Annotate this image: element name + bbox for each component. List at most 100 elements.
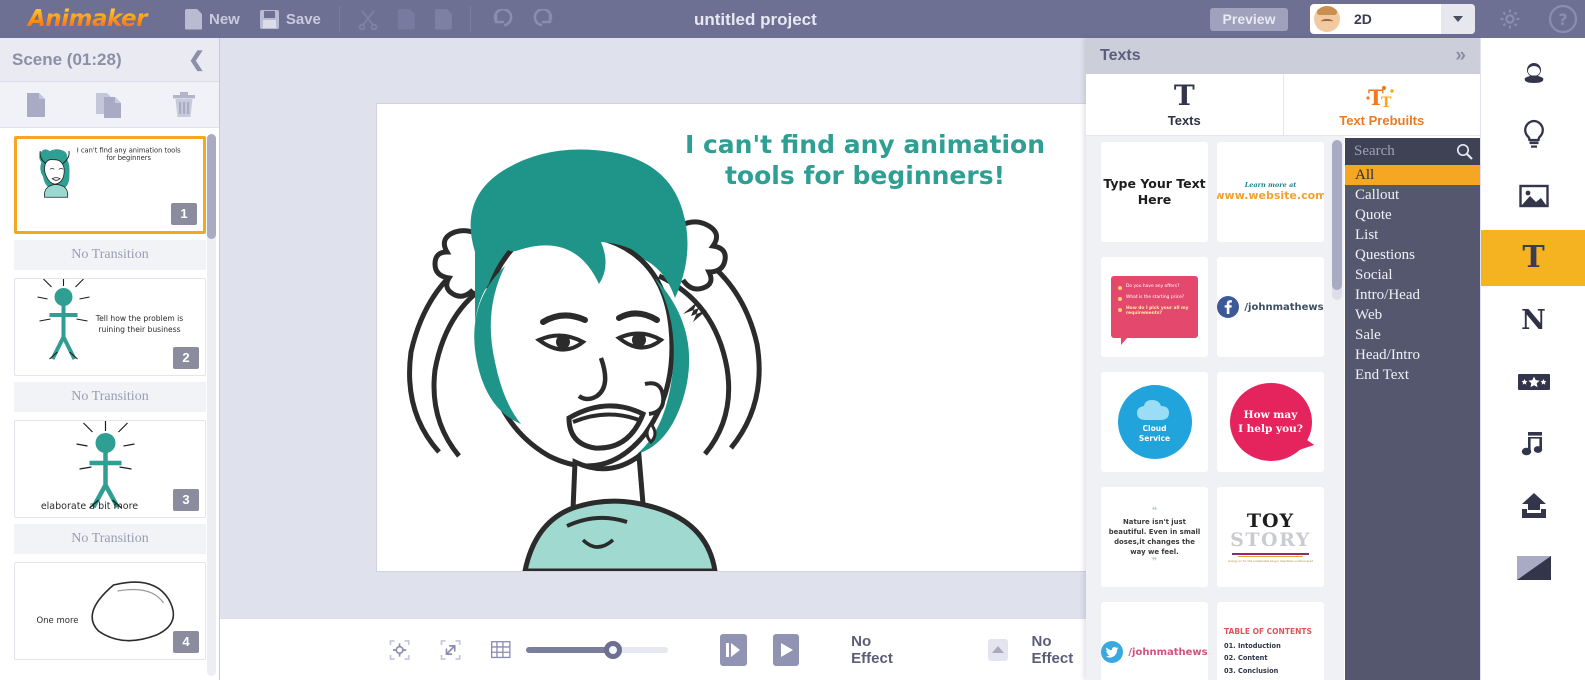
category-item-social[interactable]: Social bbox=[1345, 265, 1480, 285]
category-item-end-text[interactable]: End Text bbox=[1345, 365, 1480, 385]
scene-number-badge: 4 bbox=[173, 631, 199, 653]
svg-text:Tell how the problem is: Tell how the problem is bbox=[95, 314, 184, 323]
avatar bbox=[1314, 6, 1340, 32]
scene-card-3[interactable]: elaborate a bit more 3 bbox=[14, 420, 206, 518]
effect-in-label[interactable]: No Effect bbox=[851, 633, 905, 667]
category-item-list[interactable]: List bbox=[1345, 225, 1480, 245]
rail-item-uploads[interactable] bbox=[1481, 478, 1585, 534]
add-scene-icon[interactable] bbox=[21, 90, 51, 120]
cloud-line-1: Cloud bbox=[1139, 424, 1170, 434]
prebuilt-line-1: Type Your Text bbox=[1103, 176, 1205, 192]
play-button[interactable] bbox=[773, 634, 799, 666]
zoom-slider[interactable] bbox=[526, 647, 668, 653]
chevron-up-icon bbox=[992, 646, 1004, 653]
undo-button[interactable] bbox=[479, 0, 523, 38]
category-item-intro-head[interactable]: Intro/Head bbox=[1345, 285, 1480, 305]
effect-out-label[interactable]: No Effect bbox=[1032, 633, 1086, 667]
scene-card-4[interactable]: One more 4 bbox=[14, 562, 206, 660]
prebuilt-pink-callout-list[interactable]: Do you have any offers? What is the star… bbox=[1101, 257, 1208, 357]
mode-dropdown[interactable]: 2D bbox=[1310, 4, 1475, 34]
new-document-icon bbox=[185, 9, 202, 30]
character-illustration[interactable] bbox=[387, 126, 787, 571]
gradient-square-icon bbox=[1517, 556, 1551, 580]
search-input[interactable] bbox=[1354, 143, 1446, 160]
prebuilt-cloud-service-badge[interactable]: Cloud Service bbox=[1101, 372, 1208, 472]
prebuilt-learn-more-website[interactable]: Learn more at www.website.com bbox=[1217, 142, 1324, 242]
rail-item-texts[interactable]: T bbox=[1481, 230, 1585, 286]
zoom-slider-knob[interactable] bbox=[604, 641, 622, 659]
save-button[interactable]: Save bbox=[250, 0, 331, 38]
rail-item-props[interactable] bbox=[1481, 106, 1585, 162]
category-item-sale[interactable]: Sale bbox=[1345, 325, 1480, 345]
search-icon[interactable] bbox=[1456, 143, 1473, 160]
preview-button[interactable]: Preview bbox=[1210, 8, 1288, 31]
prebuilt-toy-story-title[interactable]: TOY STORY energy on for the sustainable … bbox=[1217, 487, 1324, 587]
prebuilts-scrollbar-thumb[interactable] bbox=[1332, 140, 1342, 290]
prebuilt-table-of-contents[interactable]: TABLE OF CONTENTS 01. Intoduction 02. Co… bbox=[1217, 602, 1324, 680]
animaker-app: Animaker New Save bbox=[0, 0, 1585, 680]
duplicate-scene-icon[interactable] bbox=[93, 90, 127, 120]
fit-to-screen-icon[interactable] bbox=[439, 636, 462, 664]
category-list[interactable]: All Callout Quote List Questions Social … bbox=[1345, 165, 1480, 385]
save-icon bbox=[260, 10, 279, 29]
top-toolbar: Animaker New Save bbox=[0, 0, 1585, 38]
transition-3[interactable]: No Transition bbox=[14, 524, 206, 554]
prebuilt-facebook-handle[interactable]: /johnmathews bbox=[1217, 257, 1324, 357]
canvas-text[interactable]: I can't find any animation tools for beg… bbox=[659, 129, 1071, 192]
prebuilt-type-your-text-here[interactable]: Type Your Text Here bbox=[1101, 142, 1208, 242]
transition-1[interactable]: No Transition bbox=[14, 240, 206, 270]
scene-card-1[interactable]: I can't find any animation tools for beg… bbox=[14, 136, 206, 234]
chevron-left-icon[interactable]: ❮ bbox=[188, 50, 205, 70]
texts-panel-header: Texts » bbox=[1086, 38, 1480, 74]
category-item-questions[interactable]: Questions bbox=[1345, 245, 1480, 265]
rail-item-effects[interactable] bbox=[1481, 354, 1585, 410]
scene-list[interactable]: I can't find any animation tools for beg… bbox=[0, 130, 220, 680]
settings-button[interactable] bbox=[1498, 7, 1522, 31]
app-logo[interactable]: Animaker bbox=[0, 6, 175, 32]
help-icon: ? bbox=[1548, 4, 1578, 34]
undo-icon bbox=[489, 9, 513, 29]
delete-scene-icon[interactable] bbox=[170, 90, 198, 120]
scene-scrollbar[interactable] bbox=[207, 134, 216, 676]
redo-button[interactable] bbox=[523, 0, 567, 38]
scene-scrollbar-thumb[interactable] bbox=[207, 134, 216, 239]
rail-item-images[interactable] bbox=[1481, 168, 1585, 224]
category-item-callout[interactable]: Callout bbox=[1345, 185, 1480, 205]
category-item-all[interactable]: All bbox=[1345, 165, 1480, 185]
project-title[interactable]: untitled project bbox=[694, 10, 817, 30]
rail-item-numbers[interactable]: N bbox=[1481, 292, 1585, 348]
callout-item-2: What is the starting price? bbox=[1126, 295, 1184, 300]
copy-button[interactable] bbox=[388, 0, 425, 38]
prebuilt-nature-quote[interactable]: ❝ Nature isn't just beautiful. Even in s… bbox=[1101, 487, 1208, 587]
scene-card-2[interactable]: Tell how the problem is ruining their bu… bbox=[14, 278, 206, 376]
canvas[interactable]: I can't find any animation tools for beg… bbox=[377, 104, 1087, 571]
prebuilt-how-may-i-help-you-bubble[interactable]: How may I help you? bbox=[1217, 372, 1324, 472]
scene-panel-header: Scene (01:28) ❮ bbox=[0, 38, 219, 82]
expand-effects-button[interactable] bbox=[988, 639, 1008, 661]
category-item-head-intro[interactable]: Head/Intro bbox=[1345, 345, 1480, 365]
rail-item-characters[interactable] bbox=[1481, 44, 1585, 100]
tab-texts[interactable]: T Texts bbox=[1086, 74, 1283, 135]
transition-2[interactable]: No Transition bbox=[14, 382, 206, 412]
image-icon bbox=[1519, 183, 1549, 209]
character-icon bbox=[1519, 57, 1549, 87]
help-button[interactable]: ? bbox=[1548, 4, 1578, 34]
prebuilts-scrollbar[interactable] bbox=[1332, 140, 1342, 300]
prebuilts-grid[interactable]: Type Your Text Here Learn more at www.we… bbox=[1086, 136, 1344, 680]
category-item-quote[interactable]: Quote bbox=[1345, 205, 1480, 225]
prebuilt-twitter-handle[interactable]: /johnmathews bbox=[1101, 602, 1208, 680]
paste-button[interactable] bbox=[425, 0, 462, 38]
cut-button[interactable] bbox=[348, 0, 388, 38]
play-from-start-button[interactable] bbox=[720, 634, 746, 666]
new-button[interactable]: New bbox=[175, 0, 250, 38]
double-chevron-right-icon[interactable]: » bbox=[1455, 45, 1466, 67]
prebuilt-line-2: Here bbox=[1103, 192, 1205, 208]
center-object-icon[interactable] bbox=[388, 636, 411, 664]
grid-icon[interactable] bbox=[490, 637, 512, 663]
text-T-icon: T bbox=[1522, 243, 1544, 273]
rail-item-background[interactable] bbox=[1481, 540, 1585, 596]
category-item-web[interactable]: Web bbox=[1345, 305, 1480, 325]
search-box[interactable] bbox=[1345, 138, 1480, 165]
tab-text-prebuilts[interactable]: T T Text Prebuilts bbox=[1283, 74, 1481, 135]
rail-item-music[interactable] bbox=[1481, 416, 1585, 472]
